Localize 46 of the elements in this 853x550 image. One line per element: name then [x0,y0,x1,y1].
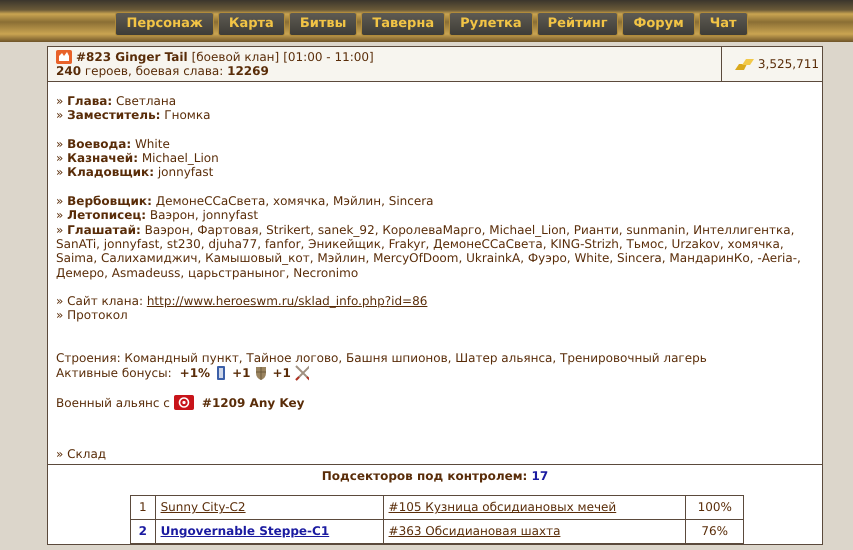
officer-line: » Воевода: White [56,136,171,151]
nav-button[interactable]: Рулетка [449,12,533,36]
nav-button[interactable]: Битвы [288,12,358,36]
storage-link[interactable]: » Склад [56,447,106,462]
shield-icon [254,365,268,382]
table-cell: 2 [130,520,156,544]
nav-button[interactable]: Карта [218,12,285,36]
bonuses-label: Активные бонусы: [56,366,172,380]
nav-button[interactable]: Рейтинг [536,12,618,36]
bonus-value: +1 [272,366,291,380]
officer-line: » Заместитель: Гномка [56,108,212,123]
alliance-label: Военный альянс с [56,396,170,410]
nav-button[interactable]: Форум [622,12,695,36]
treasury-amount: 3,525,711 [758,56,819,72]
alliance-clan[interactable]: #1209 Any Key [202,396,304,410]
building-link[interactable]: #363 Обсидиановая шахта [388,524,560,538]
officer-line: » Вербовщик: ДемонеССаСвета, хомячка, Мэйлин, Sincera [56,194,435,208]
subsectors-heading: Подсекторов под контролем: 17 [322,468,548,483]
crossed-swords-icon [294,365,309,382]
clan-emblem-icon [56,50,72,64]
officer-line: » Глава: Светлана [56,94,178,108]
buildings-text: Строения: Командный пункт, Тайное логово, Башня шпионов, Шатер альянса, Тренировочный лагерь [56,350,707,365]
site-link[interactable]: http://www.heroeswm.ru/sklad_info.php?id=86 [146,294,428,308]
clan-hours: [01:00 - 11:00] [283,50,374,64]
site-label: » Сайт клана: [56,294,144,308]
nav-button[interactable]: Чат [698,12,748,36]
sector-link[interactable]: Sunny City-C2 [160,500,246,514]
bonus-value: +1% [180,366,210,380]
protocol-link[interactable]: » Протокол [56,308,128,322]
table-cell: 76% [686,520,744,544]
bonus-value: +1 [232,366,250,380]
sector-link[interactable]: Ungovernable Steppe-C1 [160,524,330,538]
bullion-icon [734,58,755,70]
nav-button[interactable]: Персонаж [115,12,214,36]
clan-type: [боевой клан] [192,50,280,64]
officer-line: » Глашатай: Ваэрон, Фартовая, Strikert, sanek_92, КоролеваМарго, Michael_Lion, Рианти, sunmanin, Интеллигентка, SanATi, jonnyfast, st230, djuha77, fanfor, Эникейщик, Frakyr, ДемонеССаСвета, KING-Strizh, Тьмос, Urzakov, хомячка, Saima, Салихамиджич, Камышовый_кот, Мэйлин, MercyOfDoom, UkrainkA, Фуэро, White, Sincera, МандаринКо, -Aeria-, Демеро, Asmadeuss, царьстраныног, Necronimo [56,222,802,280]
table-cell: 1 [130,496,156,520]
building-link[interactable]: #105 Кузница обсидиановых мечей [388,500,616,514]
clan-stats: 240 героев, боевая слава: 12269 [56,64,270,79]
nav-button[interactable]: Таверна [361,12,446,36]
clan-emblem-icon [174,395,194,410]
officer-line: » Летописец: Ваэрон, jonnyfast [56,208,260,223]
clan-name[interactable]: #823 Ginger Tail [76,50,188,64]
table-cell: 100% [686,496,744,520]
officer-line: » Казначей: Michael_Lion [56,150,220,166]
officer-line: » Кладовщик: jonnyfast [56,165,214,180]
